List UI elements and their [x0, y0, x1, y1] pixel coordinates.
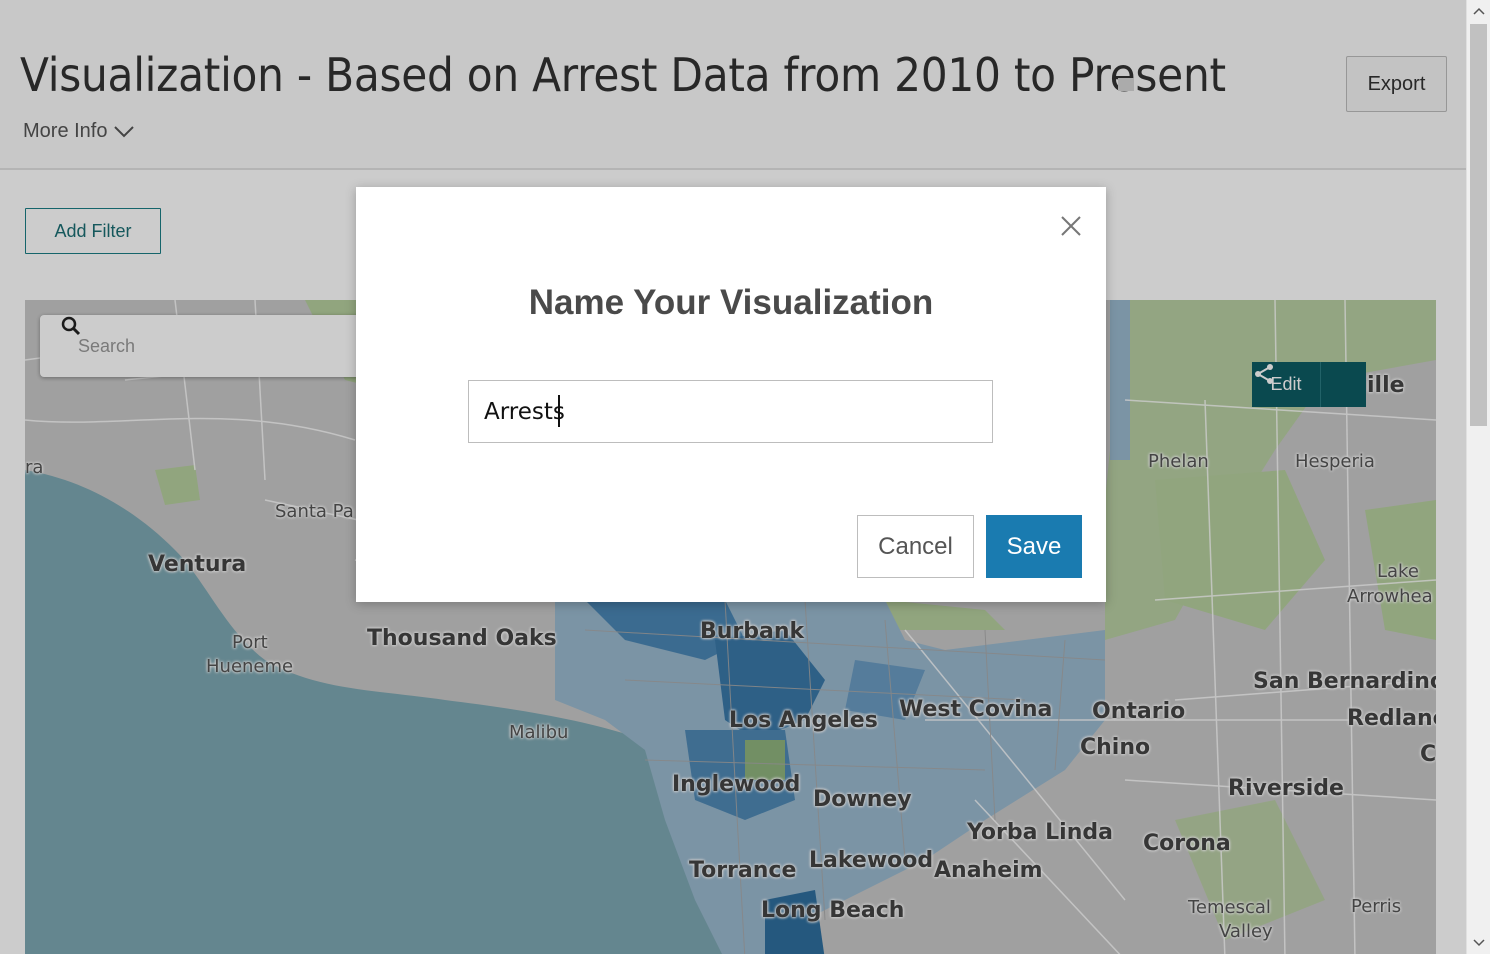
scroll-down-button[interactable]: [1467, 932, 1490, 954]
dialog-title: Name Your Visualization: [528, 283, 934, 322]
name-visualization-dialog: Name Your Visualization Cancel Save: [356, 187, 1106, 602]
save-button[interactable]: Save: [986, 515, 1082, 578]
close-icon: [1061, 216, 1081, 236]
scroll-thumb[interactable]: [1470, 24, 1487, 426]
page: Visualization - Based on Arrest Data fro…: [0, 0, 1466, 954]
chevron-up-icon: [1473, 7, 1485, 15]
visualization-name-input[interactable]: [468, 380, 993, 443]
scroll-up-button[interactable]: [1467, 0, 1490, 22]
text-caret: [558, 395, 560, 427]
cancel-button[interactable]: Cancel: [857, 515, 974, 578]
page-scrollbar[interactable]: [1466, 0, 1490, 954]
close-button[interactable]: [1056, 211, 1086, 241]
chevron-down-icon: [1473, 939, 1485, 947]
